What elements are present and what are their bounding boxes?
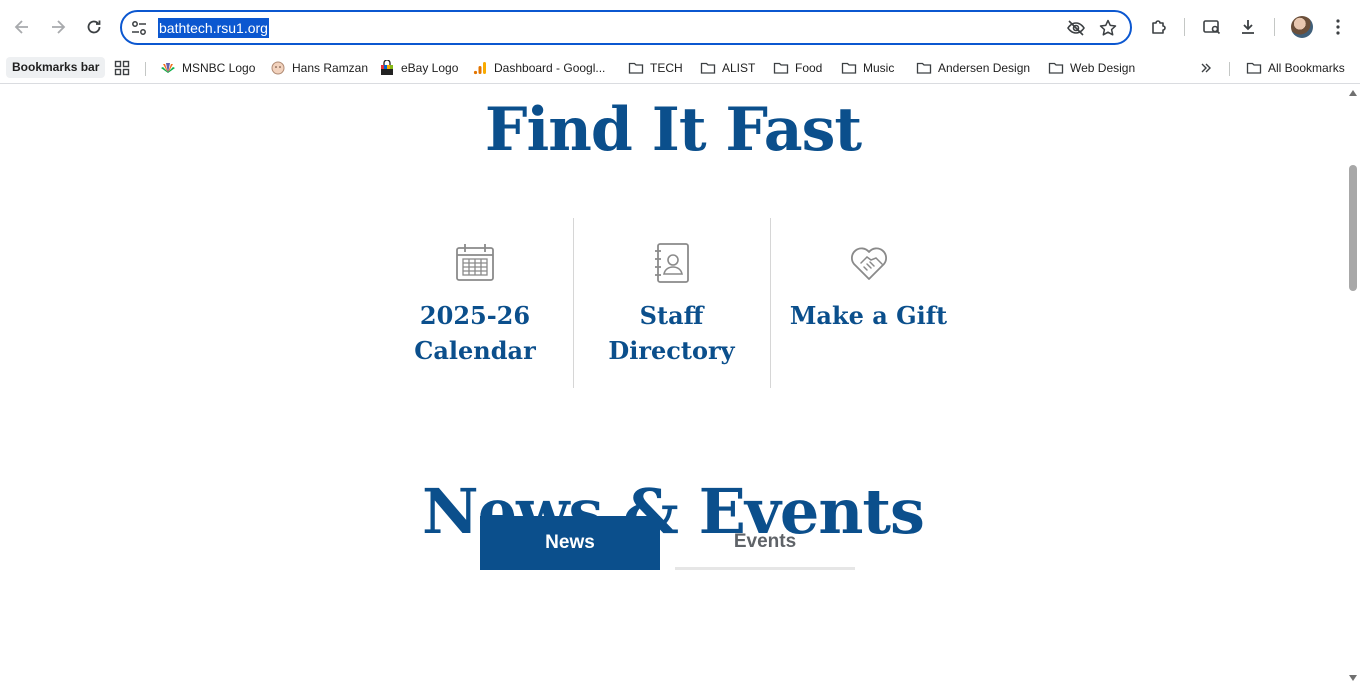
- bookmarks-divider: [145, 62, 146, 76]
- toolbar-divider: [1274, 18, 1275, 36]
- bookmark-label: eBay Logo: [401, 61, 459, 75]
- find-it-fast-heading: Find It Fast: [484, 95, 862, 165]
- address-bar[interactable]: bathtech.rsu1.org: [120, 10, 1132, 45]
- apps-button[interactable]: [114, 57, 130, 79]
- tab-search-icon: [1203, 20, 1221, 35]
- quick-links: 2025-26 Calendar Staff Directory Make a …: [377, 218, 967, 388]
- chevron-double-right-icon: [1201, 63, 1211, 73]
- toolbar-divider: [1184, 18, 1185, 36]
- arrow-right-icon: [52, 20, 66, 34]
- download-icon: [1242, 20, 1254, 34]
- bookmark-hans-ramzan[interactable]: Hans Ramzan: [270, 57, 368, 79]
- menu-button[interactable]: [1324, 13, 1352, 41]
- shopping-bag-icon: [381, 60, 393, 75]
- bookmark-msnbc-logo[interactable]: MSNBC Logo: [160, 57, 255, 79]
- contact-book-icon: [654, 243, 689, 283]
- bookmark-label: Food: [795, 61, 823, 75]
- bookmark-label: All Bookmarks: [1268, 61, 1345, 75]
- quick-link-label: Staff Directory: [574, 298, 769, 368]
- apps-grid-icon: [114, 60, 130, 76]
- bookmarks-bar: Bookmarks bar MSNBC Logo Hans Ramzan eBa…: [0, 53, 1360, 84]
- all-bookmarks-button[interactable]: All Bookmarks: [1246, 57, 1345, 79]
- bookmark-folder-tech[interactable]: TECH: [628, 57, 683, 79]
- quick-link-staff-directory[interactable]: Staff Directory: [573, 218, 769, 388]
- bookmark-label: Hans Ramzan: [292, 61, 369, 75]
- label-line: Calendar: [414, 336, 536, 365]
- bookmark-label: MSNBC Logo: [182, 61, 256, 75]
- peacock-icon: [161, 63, 175, 73]
- heart-handshake-icon: [850, 247, 887, 280]
- puzzle-icon: [1152, 20, 1166, 34]
- bookmark-dashboard[interactable]: Dashboard - Googl...: [472, 57, 605, 79]
- scroll-down-arrow-icon[interactable]: [1349, 675, 1357, 681]
- bookmarks-bar-label[interactable]: Bookmarks bar: [6, 57, 106, 78]
- back-button[interactable]: [8, 13, 36, 41]
- reload-button[interactable]: [80, 13, 108, 41]
- bookmark-folder-alist[interactable]: ALIST: [700, 57, 755, 79]
- scroll-up-arrow-icon[interactable]: [1349, 90, 1357, 96]
- site-info-icon[interactable]: [130, 19, 148, 37]
- label-line: Make a Gift: [789, 301, 948, 330]
- bookmark-folder-web-design[interactable]: Web Design: [1048, 57, 1135, 79]
- analytics-icon: [473, 62, 486, 75]
- folder-icon: [916, 62, 932, 74]
- folder-icon: [773, 62, 789, 74]
- folder-icon: [628, 62, 644, 74]
- quick-link-label: Make a Gift: [771, 298, 966, 333]
- star-icon[interactable]: [1098, 18, 1118, 38]
- folder-icon: [700, 62, 716, 74]
- bookmark-label: TECH: [650, 61, 683, 75]
- profile-avatar[interactable]: [1291, 16, 1313, 38]
- downloads-button[interactable]: [1234, 13, 1262, 41]
- bookmark-ebay-logo[interactable]: eBay Logo: [379, 57, 458, 79]
- web-page: Find It Fast 2025-26 Calendar Staff Dire…: [0, 85, 1346, 684]
- arrow-left-icon: [14, 20, 28, 34]
- bookmarks-divider: [1229, 62, 1230, 76]
- bookmark-label: Music: [863, 61, 895, 75]
- bookmark-label: Dashboard - Googl...: [494, 61, 606, 75]
- news-events-heading: News & Events: [422, 475, 925, 548]
- eye-off-icon[interactable]: [1066, 18, 1086, 38]
- quick-link-make-a-gift[interactable]: Make a Gift: [770, 218, 966, 388]
- folder-icon: [1246, 62, 1262, 74]
- kebab-menu-icon: [1336, 19, 1340, 35]
- tab-events[interactable]: Events: [675, 516, 855, 570]
- bookmark-folder-music[interactable]: Music: [841, 57, 894, 79]
- url-text[interactable]: bathtech.rsu1.org: [158, 18, 269, 38]
- bookmark-label: ALIST: [722, 61, 756, 75]
- reload-icon: [87, 20, 101, 34]
- quick-link-label: 2025-26 Calendar: [377, 298, 573, 368]
- label-line: 2025-26: [419, 301, 531, 330]
- tab-search-button[interactable]: [1198, 13, 1226, 41]
- more-bookmarks-button[interactable]: [1198, 57, 1214, 79]
- bookmark-label: Web Design: [1070, 61, 1136, 75]
- folder-icon: [841, 62, 857, 74]
- scrollbar-thumb[interactable]: [1349, 165, 1357, 291]
- bookmark-folder-food[interactable]: Food: [773, 57, 822, 79]
- calendar-icon: [456, 244, 494, 281]
- forward-button[interactable]: [44, 13, 72, 41]
- label-line: Staff Directory: [608, 301, 735, 365]
- bookmark-label: Andersen Design: [938, 61, 1031, 75]
- extensions-button[interactable]: [1145, 13, 1173, 41]
- quick-link-calendar[interactable]: 2025-26 Calendar: [377, 218, 573, 388]
- bookmark-folder-andersen-design[interactable]: Andersen Design: [916, 57, 1030, 79]
- browser-toolbar: bathtech.rsu1.org: [0, 0, 1360, 53]
- folder-icon: [1048, 62, 1064, 74]
- tab-news[interactable]: News: [480, 516, 660, 570]
- face-icon: [271, 61, 285, 75]
- page-scrollbar[interactable]: [1346, 85, 1360, 684]
